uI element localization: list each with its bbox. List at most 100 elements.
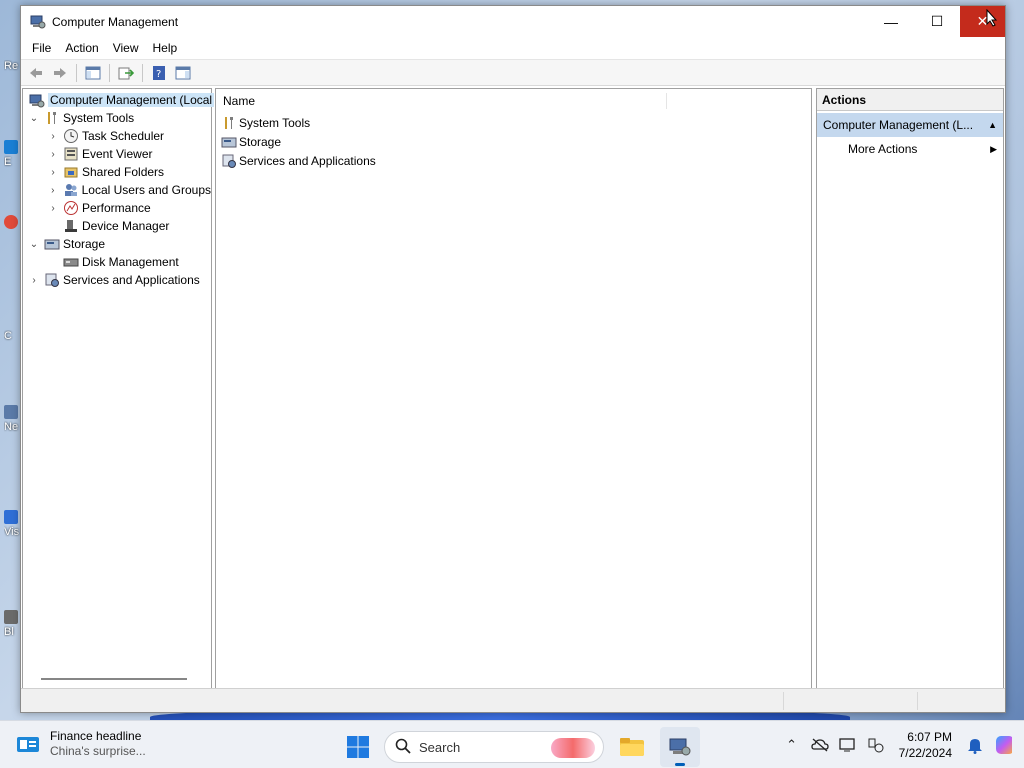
menu-view[interactable]: View (106, 37, 146, 59)
submenu-arrow-icon: ▶ (990, 143, 997, 154)
window-title: Computer Management (52, 14, 179, 29)
status-segment (783, 692, 784, 710)
display-icon[interactable] (838, 736, 857, 754)
computer-management-icon (669, 738, 691, 756)
tree-item-local-users-and-groups[interactable]: › Local Users and Groups (23, 181, 211, 199)
list-item[interactable]: System Tools (216, 113, 811, 132)
actions-header: Actions (817, 89, 1003, 111)
tree-item-task-scheduler[interactable]: › Task Scheduler (23, 127, 211, 145)
menu-file[interactable]: File (25, 37, 58, 59)
notification-bell-icon[interactable] (966, 736, 984, 754)
clock-date: 7/22/2024 (898, 746, 952, 760)
computer-management-icon (29, 92, 45, 108)
minimize-button[interactable]: — (868, 6, 914, 37)
chevron-right-icon[interactable]: › (47, 203, 59, 214)
column-header-label: Name (223, 93, 256, 108)
tree-item-services-and-applications[interactable]: › Services and Applications (23, 271, 211, 289)
tree-item-label: Performance (82, 201, 151, 215)
users-icon (63, 182, 79, 198)
horizontal-scrollbar[interactable] (41, 678, 187, 680)
back-arrow-icon[interactable] (25, 62, 47, 84)
status-segment (917, 692, 918, 710)
storage-icon (44, 236, 60, 252)
tree-item-system-tools[interactable]: ⌄ System Tools (23, 109, 211, 127)
list-item-label: Storage (239, 134, 282, 149)
menu-action[interactable]: Action (58, 37, 105, 59)
actions-pane: Actions Computer Management (L... ▲ More… (816, 88, 1004, 689)
tree-item-label: Services and Applications (63, 273, 200, 287)
tree-item-storage[interactable]: ⌄ Storage (23, 235, 211, 253)
close-button[interactable]: ✕ (960, 6, 1005, 37)
tools-icon (221, 115, 237, 131)
news-subtitle: China's surprise... (50, 744, 146, 758)
performance-icon (63, 200, 79, 216)
chevron-right-icon[interactable]: › (28, 275, 40, 286)
tree-item-label: System Tools (63, 111, 135, 125)
forward-arrow-icon[interactable] (49, 62, 71, 84)
network-icon[interactable] (867, 736, 885, 754)
toolbar-separator (76, 63, 77, 82)
search-highlight-decoration-icon (551, 738, 595, 758)
start-button[interactable] (340, 729, 376, 765)
mouse-cursor (986, 8, 998, 30)
more-actions-item[interactable]: More Actions ▶ (817, 137, 1003, 161)
svg-text:?: ? (156, 69, 161, 80)
actions-section-computer-management[interactable]: Computer Management (L... ▲ (817, 113, 1003, 137)
tree-item-performance[interactable]: › Performance (23, 199, 211, 217)
folder-icon (620, 738, 644, 756)
onedrive-offline-icon[interactable] (810, 736, 829, 754)
system-tray: ⌃ 6:07 PM 7/22/2024 (783, 721, 1012, 768)
chevron-up-icon[interactable]: ⌃ (783, 736, 801, 754)
file-explorer-button[interactable] (612, 727, 652, 767)
search-icon (395, 738, 411, 757)
news-icon (16, 734, 40, 754)
collapse-up-icon[interactable]: ▲ (988, 120, 997, 130)
chevron-right-icon[interactable]: › (47, 185, 59, 196)
tree-item-label: Device Manager (82, 219, 170, 233)
chevron-right-icon[interactable]: › (47, 131, 59, 142)
news-widget[interactable]: Finance headline China's surprise... (16, 729, 146, 759)
tools-icon (44, 110, 60, 126)
column-separator[interactable] (666, 93, 667, 109)
disk-icon (63, 254, 79, 270)
tree-item-label: Shared Folders (82, 165, 165, 179)
toolbar-separator (142, 63, 143, 82)
tree-item-event-viewer[interactable]: › Event Viewer (23, 145, 211, 163)
console-tree: Computer Management (Local ⌄ System Tool… (22, 88, 215, 689)
show-hide-console-tree-icon[interactable] (82, 62, 104, 84)
list-item[interactable]: Storage (216, 132, 811, 151)
maximize-button[interactable]: ☐ (914, 6, 960, 37)
title-bar[interactable]: Computer Management — ☐ ✕ (21, 6, 1005, 37)
export-list-icon[interactable] (115, 62, 137, 84)
computer-management-icon (30, 14, 46, 30)
chevron-down-icon[interactable]: ⌄ (28, 113, 40, 124)
search-placeholder: Search (419, 739, 461, 755)
computer-management-taskbar-button[interactable] (660, 727, 700, 767)
more-actions-label: More Actions (848, 142, 918, 156)
show-hide-action-pane-icon[interactable] (172, 62, 194, 84)
tree-item-computer-management[interactable]: Computer Management (Local (23, 91, 215, 109)
chevron-right-icon[interactable]: › (47, 149, 59, 160)
menu-help[interactable]: Help (146, 37, 185, 59)
news-title: Finance headline (50, 729, 142, 743)
taskbar-center: Search (340, 727, 700, 767)
search-box[interactable]: Search (384, 731, 604, 763)
clock[interactable]: 6:07 PM 7/22/2024 (899, 729, 952, 761)
column-header-name[interactable]: Name (216, 89, 811, 113)
tree-item-label: Local Users and Groups (81, 183, 211, 197)
tree-item-disk-management[interactable]: Disk Management (23, 253, 211, 271)
list-item[interactable]: Services and Applications (216, 151, 811, 170)
toolbar: ? (21, 59, 1005, 86)
status-bar (21, 688, 1005, 712)
tree-item-label: Event Viewer (82, 147, 153, 161)
chevron-right-icon[interactable]: › (47, 167, 59, 178)
clock-icon (63, 128, 79, 144)
copilot-icon[interactable] (994, 736, 1012, 754)
help-icon[interactable]: ? (148, 62, 170, 84)
tree-item-device-manager[interactable]: Device Manager (23, 217, 211, 235)
services-icon (44, 272, 60, 288)
tree-item-shared-folders[interactable]: › Shared Folders (23, 163, 211, 181)
tree-item-label: Disk Management (82, 255, 179, 269)
toolbar-separator (109, 63, 110, 82)
chevron-down-icon[interactable]: ⌄ (28, 239, 40, 250)
